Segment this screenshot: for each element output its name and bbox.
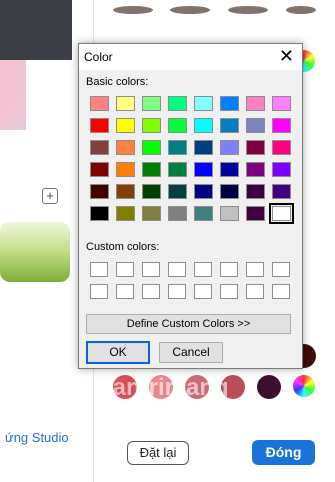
custom-color-cell[interactable] <box>194 284 212 299</box>
basic-color-cell[interactable] <box>168 206 187 221</box>
basic-color-cell[interactable] <box>168 162 187 177</box>
basic-color-cell[interactable] <box>220 184 239 199</box>
basic-color-cell[interactable] <box>220 162 239 177</box>
custom-color-cell[interactable] <box>168 262 186 277</box>
custom-color-cell[interactable] <box>220 284 238 299</box>
basic-color-cell[interactable] <box>90 206 109 221</box>
basic-color-cell[interactable] <box>194 184 213 199</box>
custom-color-cell[interactable] <box>116 284 134 299</box>
custom-color-cell[interactable] <box>246 262 264 277</box>
basic-color-cell[interactable] <box>142 162 161 177</box>
basic-color-cell[interactable] <box>90 184 109 199</box>
basic-color-cell[interactable] <box>116 140 135 155</box>
thumbnail-grass[interactable] <box>0 222 70 282</box>
eyebrow-preset[interactable] <box>170 6 210 14</box>
basic-color-cell[interactable] <box>90 140 109 155</box>
basic-color-cell[interactable] <box>142 96 161 111</box>
basic-color-cell[interactable] <box>116 206 135 221</box>
basic-color-cell[interactable] <box>194 96 213 111</box>
basic-color-cell[interactable] <box>194 162 213 177</box>
custom-color-cell[interactable] <box>272 284 290 299</box>
custom-color-cell[interactable] <box>142 262 160 277</box>
custom-color-cell[interactable] <box>194 262 212 277</box>
basic-color-cell[interactable] <box>220 206 239 221</box>
basic-color-cell[interactable] <box>246 140 265 155</box>
basic-color-cell[interactable] <box>220 118 239 133</box>
basic-color-cell[interactable] <box>142 140 161 155</box>
reset-button[interactable]: Đặt lại <box>127 441 189 465</box>
custom-color-cell[interactable] <box>168 284 186 299</box>
basic-color-cell[interactable] <box>272 96 291 111</box>
close-button[interactable]: Đóng <box>252 440 315 465</box>
basic-color-cell[interactable] <box>246 206 265 221</box>
basic-color-cell[interactable] <box>168 96 187 111</box>
color-dialog: Color ✕ Basic colors: Custom colors: Def… <box>78 43 303 369</box>
cancel-button[interactable]: Cancel <box>159 342 223 363</box>
basic-color-cell[interactable] <box>142 184 161 199</box>
add-icon[interactable]: + <box>42 188 58 204</box>
basic-color-cell[interactable] <box>272 162 291 177</box>
close-icon[interactable]: ✕ <box>279 45 294 67</box>
basic-color-cell[interactable] <box>194 118 213 133</box>
thumbnail-dark[interactable] <box>0 0 72 60</box>
watermark: uantrimang <box>98 374 229 401</box>
basic-color-cell[interactable] <box>90 162 109 177</box>
basic-colors-label: Basic colors: <box>86 76 149 88</box>
basic-color-cell[interactable] <box>269 203 294 224</box>
eyebrow-preset[interactable] <box>286 6 316 14</box>
basic-color-cell[interactable] <box>142 206 161 221</box>
ok-button[interactable]: OK <box>86 341 150 364</box>
custom-colors-label: Custom colors: <box>86 241 160 253</box>
custom-color-cell[interactable] <box>272 262 290 277</box>
eyebrow-preset[interactable] <box>113 6 153 14</box>
basic-color-cell[interactable] <box>116 184 135 199</box>
basic-color-cell[interactable] <box>220 96 239 111</box>
basic-color-cell[interactable] <box>272 140 291 155</box>
custom-color-cell[interactable] <box>90 262 108 277</box>
color-swatch[interactable] <box>257 375 281 399</box>
custom-color-cell[interactable] <box>220 262 238 277</box>
define-custom-colors-button[interactable]: Define Custom Colors >> <box>86 314 291 334</box>
basic-color-cell[interactable] <box>116 118 135 133</box>
custom-color-cell[interactable] <box>142 284 160 299</box>
eyebrow-preset[interactable] <box>228 6 268 14</box>
basic-color-cell[interactable] <box>116 96 135 111</box>
basic-color-cell[interactable] <box>168 184 187 199</box>
basic-color-cell[interactable] <box>168 118 187 133</box>
basic-color-cell[interactable] <box>168 140 187 155</box>
dialog-title: Color <box>84 50 113 64</box>
dialog-titlebar: Color ✕ <box>79 44 302 70</box>
basic-color-cell[interactable] <box>272 118 291 133</box>
eyebrow-presets[interactable] <box>108 0 318 24</box>
basic-color-cell[interactable] <box>246 96 265 111</box>
basic-color-cell[interactable] <box>246 118 265 133</box>
basic-color-cell[interactable] <box>90 118 109 133</box>
basic-color-cell[interactable] <box>194 140 213 155</box>
custom-color-cell[interactable] <box>116 262 134 277</box>
thumbnail-white-overlay <box>26 60 72 130</box>
basic-color-cell[interactable] <box>272 184 291 199</box>
multicolor-swatch[interactable] <box>293 375 315 397</box>
basic-color-cell[interactable] <box>90 96 109 111</box>
basic-color-cell[interactable] <box>220 140 239 155</box>
basic-color-cell[interactable] <box>142 118 161 133</box>
custom-color-cell[interactable] <box>246 284 264 299</box>
basic-color-cell[interactable] <box>116 162 135 177</box>
basic-color-cell[interactable] <box>246 162 265 177</box>
basic-color-cell[interactable] <box>246 184 265 199</box>
basic-color-cell[interactable] <box>194 206 213 221</box>
studio-link[interactable]: ứng Studio <box>5 430 69 445</box>
custom-color-cell[interactable] <box>90 284 108 299</box>
